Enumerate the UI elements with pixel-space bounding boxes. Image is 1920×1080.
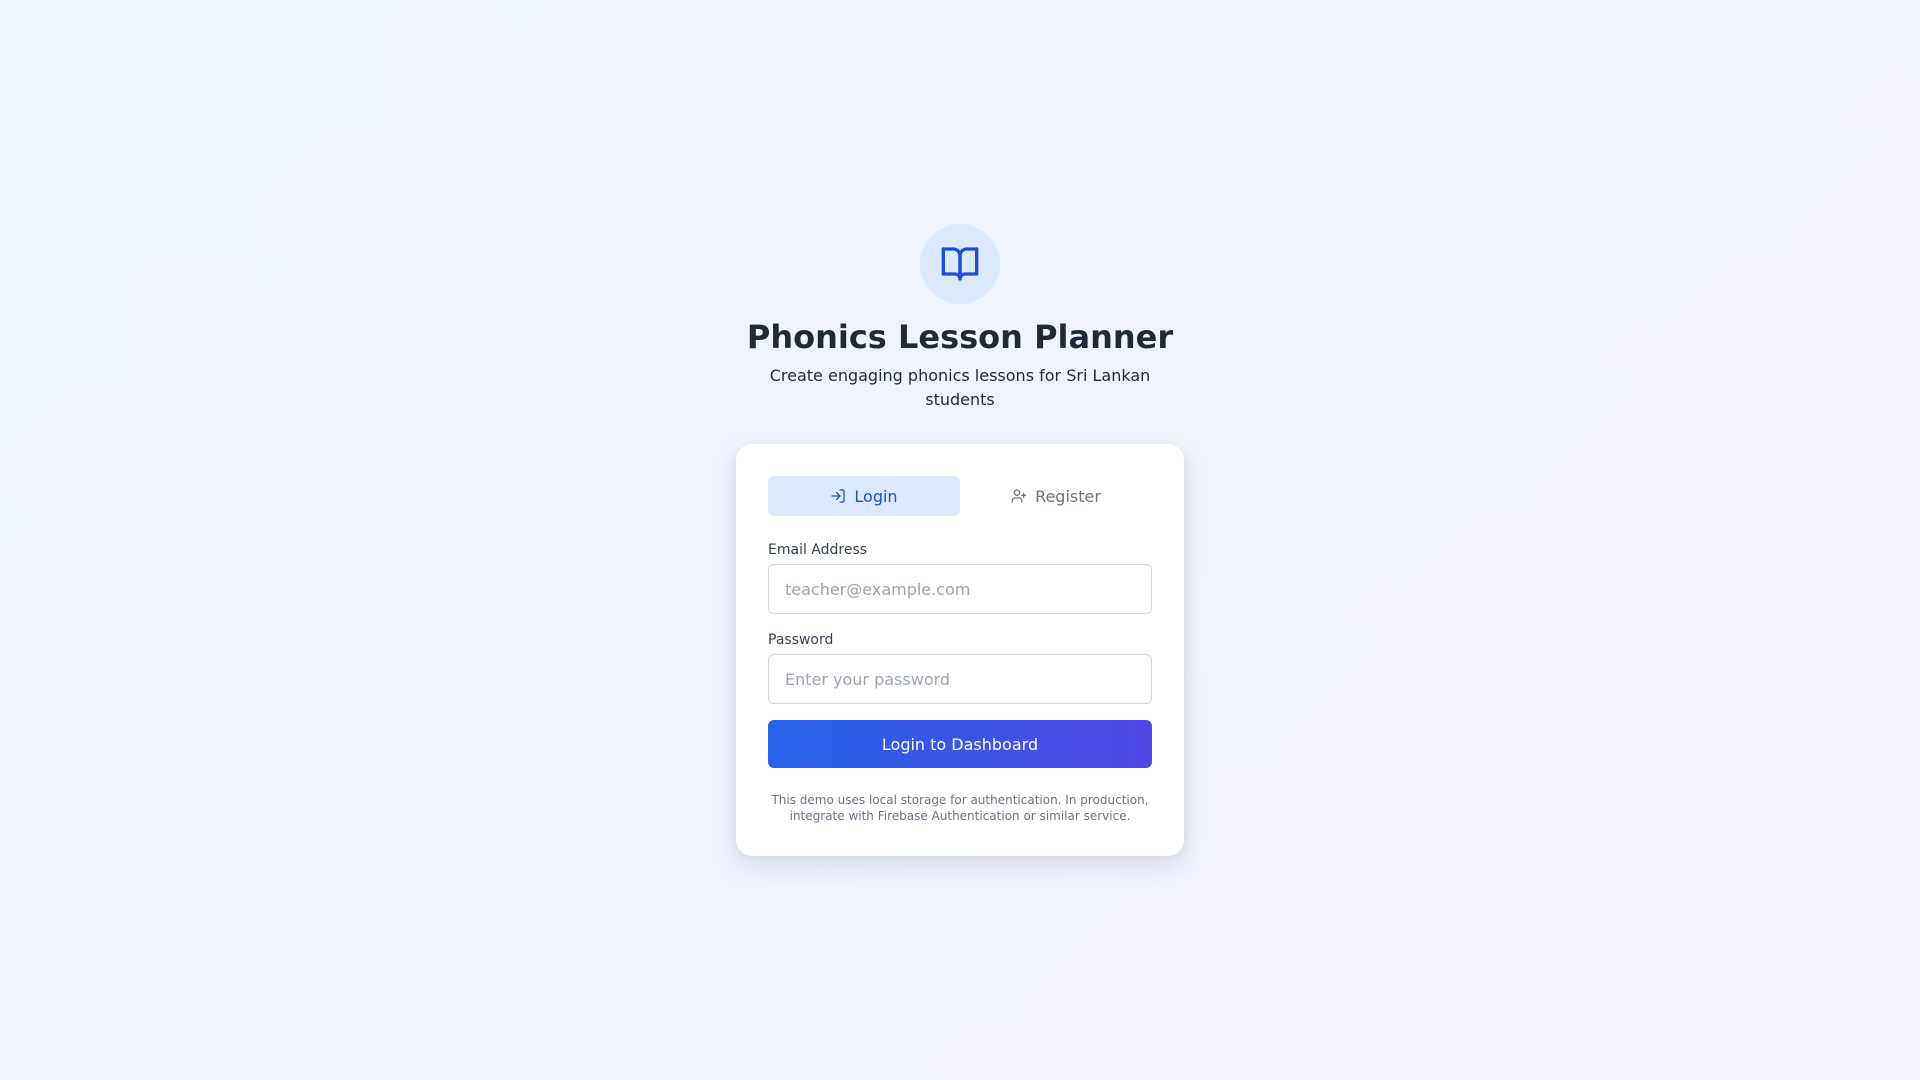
tab-login[interactable]: Login xyxy=(768,476,960,516)
login-button[interactable]: Login to Dashboard xyxy=(768,720,1152,768)
user-plus-icon xyxy=(1011,489,1027,503)
password-label: Password xyxy=(768,632,834,648)
app-logo xyxy=(920,224,1000,304)
auth-card: Login Register Email Address Password Lo… xyxy=(736,444,1184,856)
tab-register-label: Register xyxy=(1035,486,1101,506)
email-field[interactable] xyxy=(768,564,1152,614)
password-field[interactable] xyxy=(768,654,1152,704)
book-open-icon xyxy=(941,247,979,281)
log-in-icon xyxy=(831,489,846,503)
email-label: Email Address xyxy=(768,542,868,558)
tab-register[interactable]: Register xyxy=(960,476,1152,516)
login-page: Phonics Lesson Planner Create engaging p… xyxy=(0,0,1920,1080)
tab-login-label: Login xyxy=(854,486,898,506)
auth-tabs: Login Register xyxy=(768,476,1152,516)
page-subtitle: Create engaging phonics lessons for Sri … xyxy=(769,366,1151,409)
demo-footnote: This demo uses local storage for authent… xyxy=(771,793,1149,823)
page-title: Phonics Lesson Planner xyxy=(746,318,1174,356)
